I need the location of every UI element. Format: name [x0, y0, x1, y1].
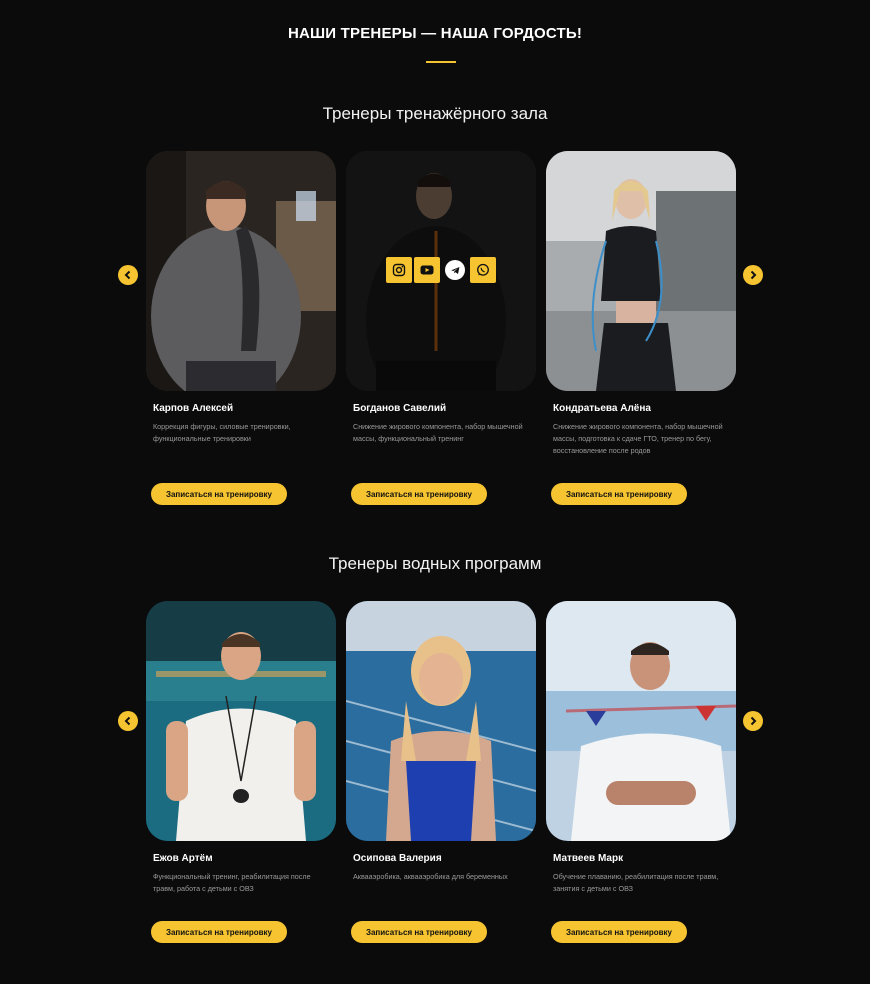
page-title: НАШИ ТРЕНЕРЫ — НАША ГОРДОСТЬ! [287, 25, 583, 42]
trainer-name: Ежов Артём [153, 853, 213, 864]
trainer-photo[interactable] [146, 601, 336, 841]
trainer-description: Функциональный тренинг, реабилитация пос… [153, 872, 311, 893]
gym-prev-arrow[interactable] [118, 265, 138, 285]
title-underline [426, 61, 456, 63]
chevron-right-icon [750, 716, 757, 726]
whatsapp-icon [477, 263, 489, 276]
trainer-name: Матвеев Марк [553, 853, 624, 864]
trainer-name: Карпов Алексей [153, 403, 234, 414]
water-next-arrow[interactable] [743, 711, 763, 731]
trainer-description: Коррекция фигуры, силовые тренировки, фу… [153, 422, 291, 443]
signup-button[interactable]: Записаться на тренировку [151, 921, 287, 943]
signup-button[interactable]: Записаться на тренировку [151, 483, 287, 505]
signup-button[interactable]: Записаться на тренировку [351, 921, 487, 943]
trainer-photo[interactable] [546, 151, 736, 391]
trainer-name: Осипова Валерия [353, 853, 442, 864]
trainer-photo[interactable] [346, 151, 536, 391]
youtube-link[interactable] [414, 257, 440, 283]
trainer-description: Аквааэробика, аквааэробика для беременны… [353, 872, 508, 881]
water-prev-arrow[interactable] [118, 711, 138, 731]
trainer-description: Снижение жирового компонента, набор мыше… [353, 422, 523, 443]
trainer-photo[interactable] [546, 601, 736, 841]
social-links [386, 257, 496, 283]
signup-button[interactable]: Записаться на тренировку [551, 483, 687, 505]
gym-section-title: Тренеры тренажёрного зала [322, 104, 548, 123]
telegram-link[interactable] [442, 257, 468, 283]
youtube-icon [420, 265, 434, 275]
trainer-description: Обучение плаванию, реабилитация после тр… [553, 872, 719, 893]
instagram-icon [392, 263, 406, 277]
trainer-name: Кондратьева Алёна [553, 403, 651, 414]
trainer-photo[interactable] [146, 151, 336, 391]
trainer-name: Богданов Савелий [353, 403, 447, 414]
chevron-left-icon [124, 270, 131, 280]
trainer-description: Снижение жирового компонента, набор мыше… [553, 422, 723, 455]
water-section-title: Тренеры водных программ [328, 554, 542, 573]
whatsapp-link[interactable] [470, 257, 496, 283]
instagram-link[interactable] [386, 257, 412, 283]
telegram-icon [450, 266, 459, 274]
signup-button[interactable]: Записаться на тренировку [551, 921, 687, 943]
chevron-right-icon [750, 270, 757, 280]
trainer-photo[interactable] [346, 601, 536, 841]
gym-next-arrow[interactable] [743, 265, 763, 285]
signup-button[interactable]: Записаться на тренировку [351, 483, 487, 505]
chevron-left-icon [124, 716, 131, 726]
